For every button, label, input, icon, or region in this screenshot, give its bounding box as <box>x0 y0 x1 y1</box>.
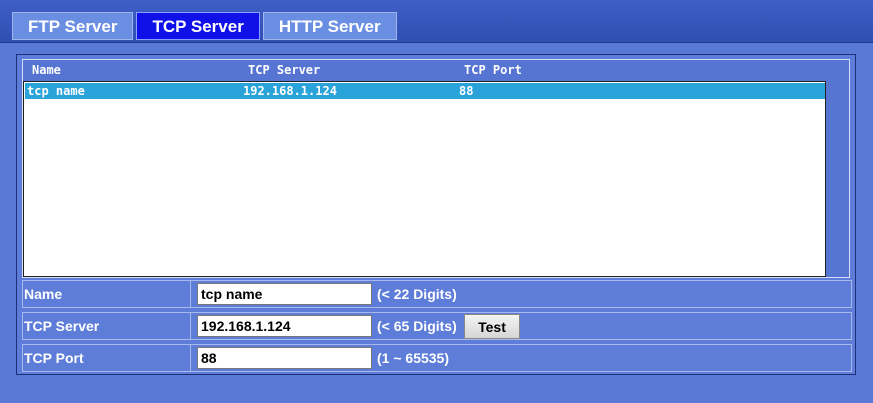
list-item[interactable]: tcp name 192.168.1.124 88 <box>25 83 825 99</box>
tcp-server-input[interactable] <box>197 315 372 337</box>
tcp-server-hint: (< 65 Digits) <box>377 318 457 334</box>
list-item-name: tcp name <box>27 84 85 98</box>
tab-tcp-server[interactable]: TCP Server <box>136 12 260 40</box>
column-header-tcp-port: TCP Port <box>464 63 522 77</box>
top-bar: FTP Server TCP Server HTTP Server <box>0 0 873 43</box>
form-row-name: Name (< 22 Digits) <box>22 280 852 308</box>
tcp-port-label: TCP Port <box>23 345 191 371</box>
tcp-server-panel: Name TCP Server TCP Port tcp name 192.16… <box>16 54 856 375</box>
column-header-tcp-server: TCP Server <box>248 63 321 77</box>
name-label: Name <box>23 281 191 307</box>
tcp-server-list: Name TCP Server TCP Port tcp name 192.16… <box>22 59 850 278</box>
test-button[interactable]: Test <box>464 314 520 339</box>
name-hint: (< 22 Digits) <box>377 286 457 302</box>
name-input[interactable] <box>197 283 372 305</box>
tab-bar: FTP Server TCP Server HTTP Server <box>12 12 397 40</box>
tcp-server-label: TCP Server <box>23 313 191 339</box>
form-row-tcp-port: TCP Port (1 ~ 65535) <box>22 344 852 372</box>
form-row-tcp-server: TCP Server (< 65 Digits) Test <box>22 312 852 340</box>
tcp-port-hint: (1 ~ 65535) <box>377 350 449 366</box>
tab-ftp-server[interactable]: FTP Server <box>12 12 134 40</box>
list-body[interactable]: tcp name 192.168.1.124 88 <box>23 81 826 277</box>
tcp-port-input[interactable] <box>197 347 372 369</box>
list-item-server: 192.168.1.124 <box>243 84 337 98</box>
column-header-name: Name <box>32 63 61 77</box>
list-header: Name TCP Server TCP Port <box>23 60 849 78</box>
tab-http-server[interactable]: HTTP Server <box>262 12 397 40</box>
list-item-port: 88 <box>459 84 474 98</box>
